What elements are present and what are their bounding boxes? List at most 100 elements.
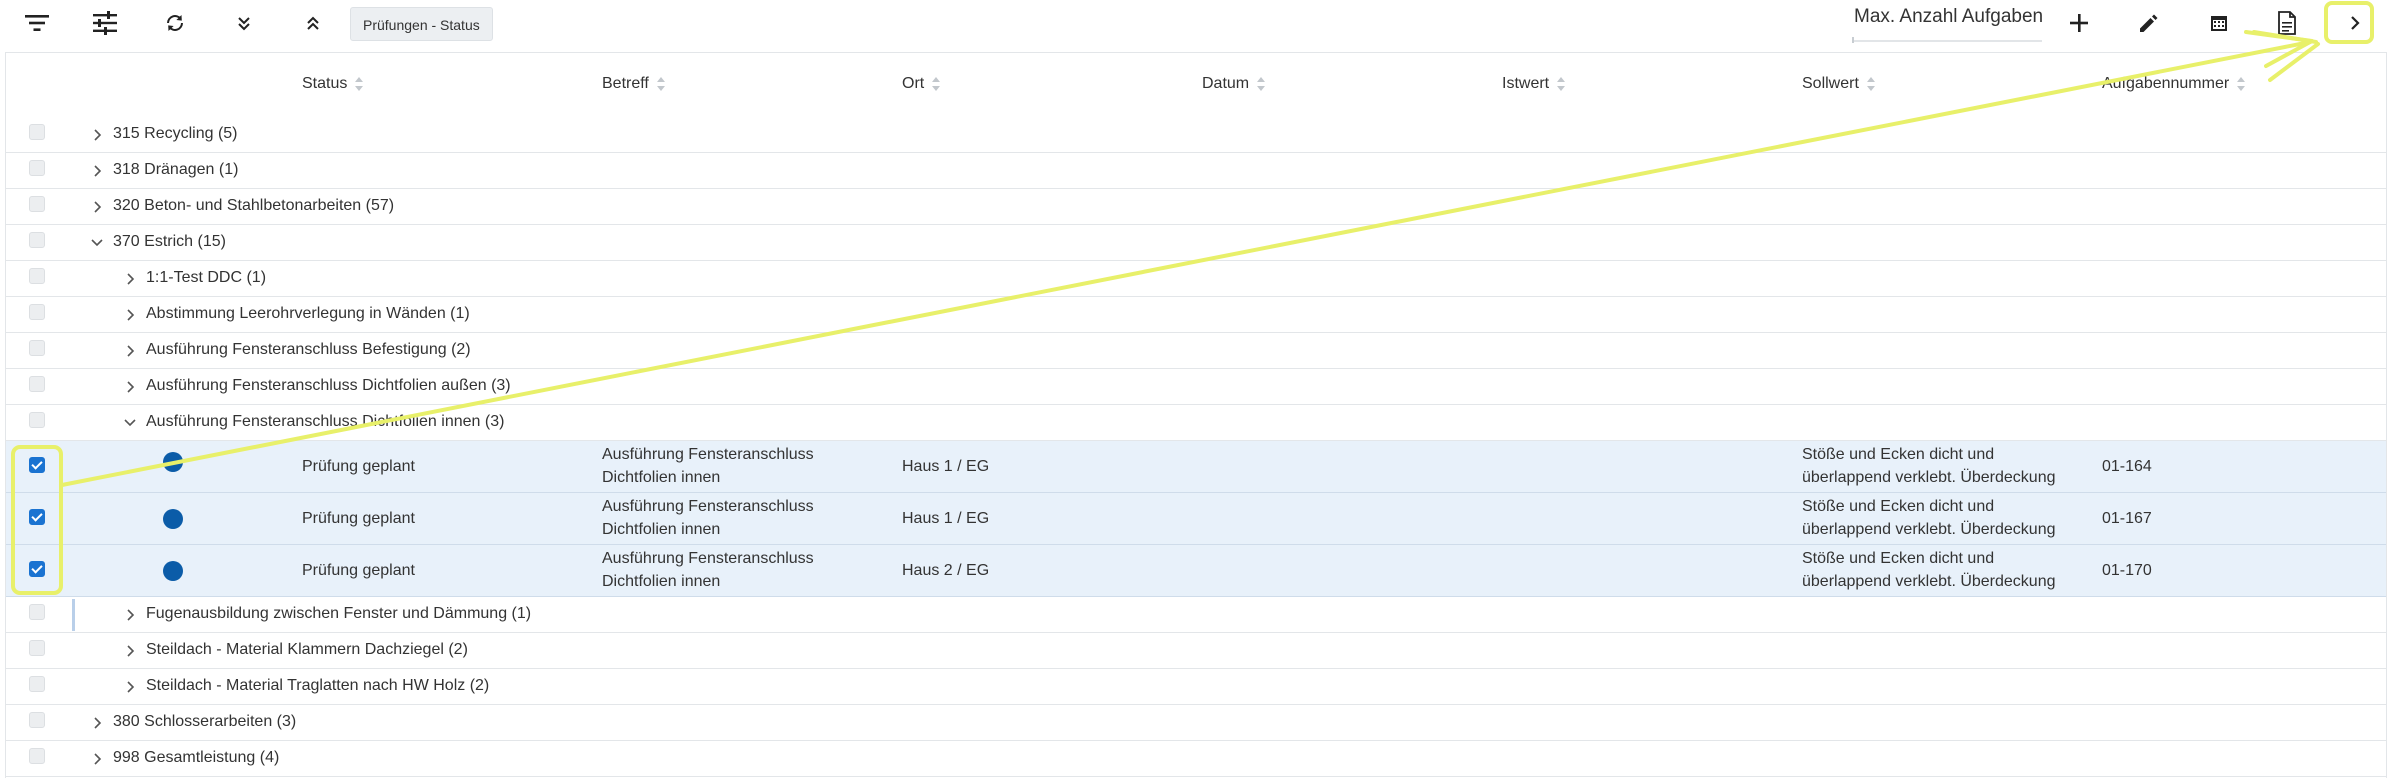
max-tasks-label: Max. Anzahl Aufgaben	[1854, 6, 2044, 27]
group-row[interactable]: 370 Estrich (15)	[6, 225, 2386, 261]
table-row[interactable]: Prüfung geplant Ausführung Fensteranschlu…	[6, 545, 2386, 597]
chevron-right-icon[interactable]	[123, 344, 137, 358]
tune-icon[interactable]	[84, 4, 126, 42]
group-row[interactable]: 318 Dränagen (1)	[6, 153, 2386, 189]
add-icon[interactable]	[2058, 4, 2100, 42]
refresh-icon[interactable]	[154, 4, 196, 42]
chevron-right-icon[interactable]	[90, 200, 104, 214]
col-header-datum[interactable]: Datum	[1202, 75, 1266, 93]
sort-icon	[1866, 77, 1875, 91]
betreff-cell-line2: Dichtfolien innen	[602, 469, 721, 486]
betreff-cell-line2: Dichtfolien innen	[602, 521, 721, 538]
row-checkbox[interactable]	[29, 160, 45, 176]
ort-cell: Haus 1 / EG	[902, 458, 990, 475]
col-header-istwert[interactable]: Istwert	[1502, 75, 1566, 93]
row-checkbox[interactable]	[29, 712, 45, 728]
filter-icon[interactable]	[16, 4, 58, 42]
row-checkbox[interactable]	[29, 509, 45, 525]
group-row[interactable]: Ausführung Fensteranschluss Dichtfolien …	[6, 369, 2386, 405]
chevron-right-icon[interactable]	[123, 608, 137, 622]
row-checkbox[interactable]	[29, 196, 45, 212]
row-checkbox[interactable]	[29, 376, 45, 392]
sort-icon	[1257, 77, 1266, 91]
group-row[interactable]: 998 Gesamtleistung (4)	[6, 741, 2386, 777]
group-row[interactable]: Fugenausbildung zwischen Fenster und Däm…	[6, 597, 2386, 633]
row-checkbox[interactable]	[29, 457, 45, 473]
chevron-right-icon[interactable]	[123, 308, 137, 322]
chevron-down-icon[interactable]	[90, 236, 104, 250]
chevron-right-icon[interactable]	[2334, 4, 2376, 42]
table-row[interactable]: Prüfung geplant Ausführung Fensteranschlu…	[6, 493, 2386, 545]
row-focus-marker	[72, 599, 75, 631]
sollwert-cell-line2: überlappend verklebt. Überdeckung	[1802, 469, 2056, 486]
max-tasks-field[interactable]: Max. Anzahl Aufgaben	[1852, 4, 2044, 44]
chevron-right-icon[interactable]	[90, 164, 104, 178]
expand-all-icon[interactable]	[292, 4, 334, 42]
row-checkbox[interactable]	[29, 232, 45, 248]
chevron-right-icon[interactable]	[90, 752, 104, 766]
group-label: 320 Beton- und Stahlbetonarbeiten (57)	[113, 197, 395, 214]
row-checkbox[interactable]	[29, 340, 45, 356]
chevron-down-icon[interactable]	[123, 416, 137, 430]
group-label: Ausführung Fensteranschluss Dichtfolien …	[146, 413, 505, 430]
col-header-aufgabennummer[interactable]: Aufgabennummer	[2102, 75, 2246, 93]
group-row[interactable]: Steildach - Material Traglatten nach HW …	[6, 669, 2386, 705]
col-header-label: Status	[302, 75, 348, 92]
group-label: Ausführung Fensteranschluss Befestigung …	[146, 341, 471, 358]
document-icon[interactable]	[2266, 4, 2308, 42]
row-checkbox[interactable]	[29, 640, 45, 656]
row-checkbox[interactable]	[29, 304, 45, 320]
table-row[interactable]: Prüfung geplant Ausführung Fensteranschlu…	[6, 441, 2386, 493]
col-header-label: Aufgabennummer	[2102, 75, 2230, 92]
group-row[interactable]: 380 Schlosserarbeiten (3)	[6, 705, 2386, 741]
toolbar: Prüfungen - Status Max. Anzahl Aufgaben	[0, 0, 2392, 50]
group-row[interactable]: Ausführung Fensteranschluss Dichtfolien …	[6, 405, 2386, 441]
row-checkbox[interactable]	[29, 412, 45, 428]
betreff-cell-line1: Ausführung Fensteranschluss	[602, 446, 814, 463]
col-header-label: Betreff	[602, 75, 649, 92]
chevron-right-icon[interactable]	[123, 272, 137, 286]
collapse-all-icon[interactable]	[223, 4, 265, 42]
row-checkbox[interactable]	[29, 604, 45, 620]
col-header-label: Sollwert	[1802, 75, 1859, 92]
group-row[interactable]: 320 Beton- und Stahlbetonarbeiten (57)	[6, 189, 2386, 225]
betreff-cell-line1: Ausführung Fensteranschluss	[602, 550, 814, 567]
group-label: 380 Schlosserarbeiten (3)	[113, 713, 297, 730]
sort-icon	[355, 77, 364, 91]
chevron-right-icon[interactable]	[90, 716, 104, 730]
col-header-status[interactable]: Status	[302, 75, 364, 93]
status-dot	[163, 561, 183, 581]
sort-icon	[656, 77, 665, 91]
task-grid: Status Betreff Ort Datum Istwert Sollwer…	[5, 52, 2387, 778]
calendar-icon[interactable]	[2198, 4, 2240, 42]
filter-chip[interactable]: Prüfungen - Status	[350, 7, 493, 41]
group-label: Fugenausbildung zwischen Fenster und Däm…	[146, 605, 532, 622]
chevron-right-icon[interactable]	[123, 680, 137, 694]
status-cell: Prüfung geplant	[302, 510, 415, 527]
status-dot	[163, 509, 183, 529]
chevron-right-icon[interactable]	[90, 128, 104, 142]
chevron-right-icon[interactable]	[123, 644, 137, 658]
row-checkbox[interactable]	[29, 268, 45, 284]
col-header-ort[interactable]: Ort	[902, 75, 941, 93]
col-header-label: Istwert	[1502, 75, 1550, 92]
group-row[interactable]: Ausführung Fensteranschluss Befestigung …	[6, 333, 2386, 369]
sort-icon	[2237, 77, 2246, 91]
group-row[interactable]: 1:1-Test DDC (1)	[6, 261, 2386, 297]
aufgabennummer-cell: 01-167	[2102, 510, 2152, 527]
row-checkbox[interactable]	[29, 561, 45, 577]
chevron-right-icon[interactable]	[123, 380, 137, 394]
edit-icon[interactable]	[2128, 4, 2170, 42]
row-checkbox[interactable]	[29, 124, 45, 140]
col-header-betreff[interactable]: Betreff	[602, 75, 665, 93]
aufgabennummer-cell: 01-170	[2102, 562, 2152, 579]
status-cell: Prüfung geplant	[302, 562, 415, 579]
col-header-sollwert[interactable]: Sollwert	[1802, 75, 1875, 93]
sollwert-cell-line2: überlappend verklebt. Überdeckung	[1802, 573, 2056, 590]
row-checkbox[interactable]	[29, 748, 45, 764]
col-header-label: Datum	[1202, 75, 1250, 92]
row-checkbox[interactable]	[29, 676, 45, 692]
group-row[interactable]: Steildach - Material Klammern Dachziegel…	[6, 633, 2386, 669]
group-row[interactable]: Abstimmung Leerohrverlegung in Wänden (1…	[6, 297, 2386, 333]
group-row[interactable]: 315 Recycling (5)	[6, 117, 2386, 153]
